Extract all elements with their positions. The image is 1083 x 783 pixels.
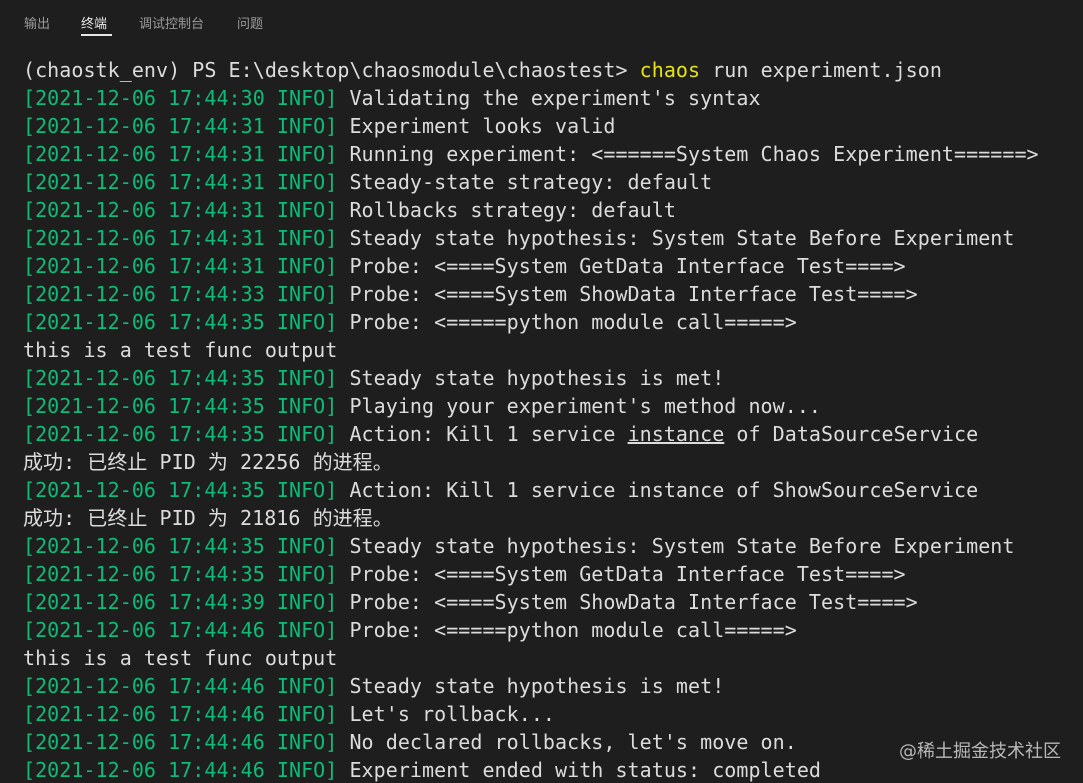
shell-prompt: (chaostk_env) PS E:\desktop\chaosmodule\… [23,58,640,82]
watermark: @稀土掘金技术社区 [899,741,1061,762]
terminal-command-line: (chaostk_env) PS E:\desktop\chaosmodule\… [23,56,1078,84]
active-tab-indicator [81,34,112,36]
log-line: [2021-12-06 17:44:31 INFO] Steady state … [23,224,1078,252]
log-line: [2021-12-06 17:44:31 INFO] Probe: <====S… [23,252,1078,280]
log-message: Experiment ended with status: completed [337,758,822,782]
log-message: Steady state hypothesis: System State Be… [337,226,1015,250]
plain-output-line: 成功: 已终止 PID 为 21816 的进程。 [23,506,393,530]
log-message: Validating the experiment's syntax [337,86,761,110]
log-timestamp: [2021-12-06 17:44:31 INFO] [23,198,338,222]
log-message: Steady state hypothesis is met! [337,674,725,698]
log-timestamp: [2021-12-06 17:44:46 INFO] [23,758,338,782]
log-timestamp: [2021-12-06 17:44:35 INFO] [23,366,338,390]
log-message: Experiment looks valid [337,114,616,138]
log-timestamp: [2021-12-06 17:44:35 INFO] [23,478,338,502]
log-timestamp: [2021-12-06 17:44:46 INFO] [23,702,338,726]
underlined-word: instance [627,422,725,446]
log-message: Probe: <=====python module call=====> [337,310,797,334]
tab-problems[interactable]: 问题 [237,13,263,32]
log-line: [2021-12-06 17:44:35 INFO] Action: Kill … [23,476,1078,504]
plain-output-line: this is a test func output [23,338,338,362]
log-line: [2021-12-06 17:44:30 INFO] Validating th… [23,84,1078,112]
log-line: [2021-12-06 17:44:31 INFO] Experiment lo… [23,112,1078,140]
log-line: [2021-12-06 17:44:35 INFO] Action: Kill … [23,420,1078,448]
log-timestamp: [2021-12-06 17:44:35 INFO] [23,562,338,586]
log-line: [2021-12-06 17:44:35 INFO] Playing your … [23,392,1078,420]
log-timestamp: [2021-12-06 17:44:31 INFO] [23,254,338,278]
log-message: Probe: <====System ShowData Interface Te… [337,282,918,306]
log-line: [2021-12-06 17:44:39 INFO] Probe: <====S… [23,588,1078,616]
log-message: Steady state hypothesis is met! [337,366,725,390]
log-timestamp: [2021-12-06 17:44:30 INFO] [23,86,338,110]
log-line: [2021-12-06 17:44:33 INFO] Probe: <====S… [23,280,1078,308]
log-message: Let's rollback... [337,702,556,726]
log-timestamp: [2021-12-06 17:44:46 INFO] [23,730,338,754]
log-message: Probe: <====System ShowData Interface Te… [337,590,918,614]
log-timestamp: [2021-12-06 17:44:31 INFO] [23,114,338,138]
log-message: Rollbacks strategy: default [337,198,676,222]
log-timestamp: [2021-12-06 17:44:31 INFO] [23,226,338,250]
log-timestamp: [2021-12-06 17:44:35 INFO] [23,394,338,418]
tab-terminal[interactable]: 终端 [81,13,107,32]
tab-debug-console[interactable]: 调试控制台 [139,13,204,32]
log-timestamp: [2021-12-06 17:44:35 INFO] [23,310,338,334]
log-timestamp: [2021-12-06 17:44:35 INFO] [23,422,338,446]
plain-output-line: 成功: 已终止 PID 为 22256 的进程。 [23,450,393,474]
command-name: chaos [639,58,701,82]
tab-output[interactable]: 输出 [24,13,50,32]
log-line: [2021-12-06 17:44:35 INFO] Steady state … [23,364,1078,392]
log-timestamp: [2021-12-06 17:44:31 INFO] [23,170,338,194]
log-message: Playing your experiment's method now... [337,394,822,418]
log-line: [2021-12-06 17:44:35 INFO] Steady state … [23,532,1078,560]
log-timestamp: [2021-12-06 17:44:31 INFO] [23,142,338,166]
log-line: [2021-12-06 17:44:46 INFO] Let's rollbac… [23,700,1078,728]
log-timestamp: [2021-12-06 17:44:46 INFO] [23,618,338,642]
log-message: Probe: <====System GetData Interface Tes… [337,254,906,278]
log-timestamp: [2021-12-06 17:44:39 INFO] [23,590,338,614]
log-message: Probe: <=====python module call=====> [337,618,797,642]
log-line: [2021-12-06 17:44:35 INFO] Probe: <=====… [23,308,1078,336]
terminal-output[interactable]: (chaostk_env) PS E:\desktop\chaosmodule\… [23,56,1078,783]
log-line: [2021-12-06 17:44:31 INFO] Running exper… [23,140,1078,168]
log-message: Steady state hypothesis: System State Be… [337,534,1015,558]
log-timestamp: [2021-12-06 17:44:35 INFO] [23,534,338,558]
plain-output-line: this is a test func output [23,646,338,670]
panel-tab-bar: 输出 终端 调试控制台 问题 [0,0,1083,42]
command-args: run experiment.json [700,58,942,82]
log-line: [2021-12-06 17:44:46 INFO] Probe: <=====… [23,616,1078,644]
log-timestamp: [2021-12-06 17:44:46 INFO] [23,674,338,698]
log-line: [2021-12-06 17:44:46 INFO] Steady state … [23,672,1078,700]
log-line: [2021-12-06 17:44:31 INFO] Rollbacks str… [23,196,1078,224]
log-timestamp: [2021-12-06 17:44:33 INFO] [23,282,338,306]
log-line: [2021-12-06 17:44:35 INFO] Probe: <====S… [23,560,1078,588]
log-message: Probe: <====System GetData Interface Tes… [337,562,906,586]
log-message: Steady-state strategy: default [337,170,713,194]
log-message: Running experiment: <======System Chaos … [337,142,1039,166]
log-message: Action: Kill 1 service [337,422,628,446]
log-message: Action: Kill 1 service instance of ShowS… [337,478,979,502]
log-message: No declared rollbacks, let's move on. [337,730,797,754]
log-message: of DataSourceService [724,422,979,446]
log-line: [2021-12-06 17:44:31 INFO] Steady-state … [23,168,1078,196]
